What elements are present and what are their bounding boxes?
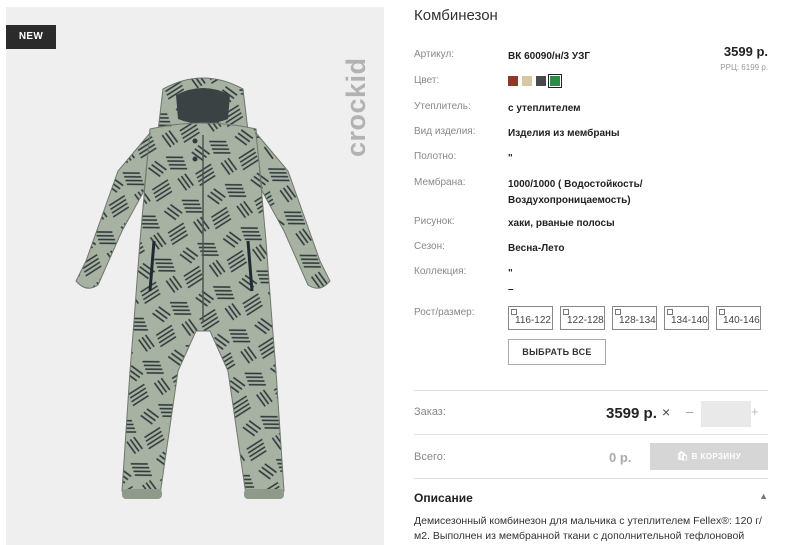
- new-badge: NEW: [6, 25, 56, 49]
- spec-label: Артикул:: [414, 49, 455, 60]
- rrp-price: РРЦ: 6199 р.: [720, 63, 768, 72]
- order-label: Заказ:: [414, 406, 446, 418]
- product-image[interactable]: [58, 71, 348, 531]
- total-label: Всего:: [414, 451, 446, 463]
- spec-value: ВК 60090/н/3 УЗГ: [508, 51, 591, 62]
- product-title: Комбинезон: [414, 7, 498, 24]
- spec-value: Изделия из мембраны: [508, 128, 620, 139]
- spec-value: ": [508, 153, 513, 164]
- size-option[interactable]: 140-146: [716, 306, 761, 330]
- description-title[interactable]: Описание: [414, 491, 473, 505]
- increment-button[interactable]: +: [751, 404, 759, 419]
- product-price: 3599 р.: [723, 44, 768, 59]
- swatch-gray[interactable]: [536, 76, 546, 86]
- remove-icon[interactable]: ×: [662, 404, 670, 420]
- swatch-beige[interactable]: [522, 76, 532, 86]
- size-option[interactable]: 116-122: [508, 306, 553, 330]
- spec-value: " –: [508, 268, 514, 295]
- spec-value: хаки, рваные полосы: [508, 218, 615, 229]
- decrement-button[interactable]: –: [686, 404, 693, 419]
- size-option[interactable]: 134-140: [664, 306, 709, 330]
- divider: [414, 390, 768, 391]
- size-options: 116-122 122-128 128-134 134-140 140-146: [508, 306, 761, 330]
- swatch-brown[interactable]: [508, 76, 518, 86]
- order-price: 3599 р.: [606, 405, 657, 422]
- spec-label: Вид изделия:: [414, 126, 476, 137]
- spec-value: Весна-Лето: [508, 243, 565, 254]
- color-swatches: [508, 74, 562, 88]
- spec-label: Рост/размер:: [414, 307, 475, 318]
- spec-label: Коллекция:: [414, 266, 467, 277]
- spec-label: Полотно:: [414, 151, 457, 162]
- add-to-cart-button[interactable]: 🛍 В КОРЗИНУ: [650, 443, 768, 470]
- spec-label: Утеплитель:: [414, 101, 471, 112]
- size-option[interactable]: 128-134: [612, 306, 657, 330]
- divider: [414, 434, 768, 435]
- spec-label: Рисунок:: [414, 216, 455, 227]
- spec-label: Цвет:: [414, 75, 440, 86]
- spec-value: 1000/1000 ( Водостойкость/ Воздухопрониц…: [508, 179, 643, 206]
- product-gallery[interactable]: NEW crockid: [6, 7, 384, 545]
- spec-value: с утеплителем: [508, 103, 581, 114]
- total-value: 0 р.: [609, 450, 632, 465]
- spec-label: Сезон:: [414, 241, 445, 252]
- quantity-input[interactable]: [701, 401, 751, 427]
- cart-icon: 🛍: [676, 451, 692, 461]
- size-option[interactable]: 122-128: [560, 306, 605, 330]
- spec-label: Мембрана:: [414, 177, 466, 188]
- select-all-button[interactable]: ВЫБРАТЬ ВСЕ: [508, 339, 606, 365]
- add-to-cart-label: В КОРЗИНУ: [691, 452, 742, 461]
- swatch-green-selected[interactable]: [548, 74, 562, 88]
- collapse-caret-icon[interactable]: ▲: [759, 491, 768, 501]
- description-text: Демисезонный комбинезон для мальчика с у…: [414, 515, 762, 542]
- divider: [414, 478, 768, 479]
